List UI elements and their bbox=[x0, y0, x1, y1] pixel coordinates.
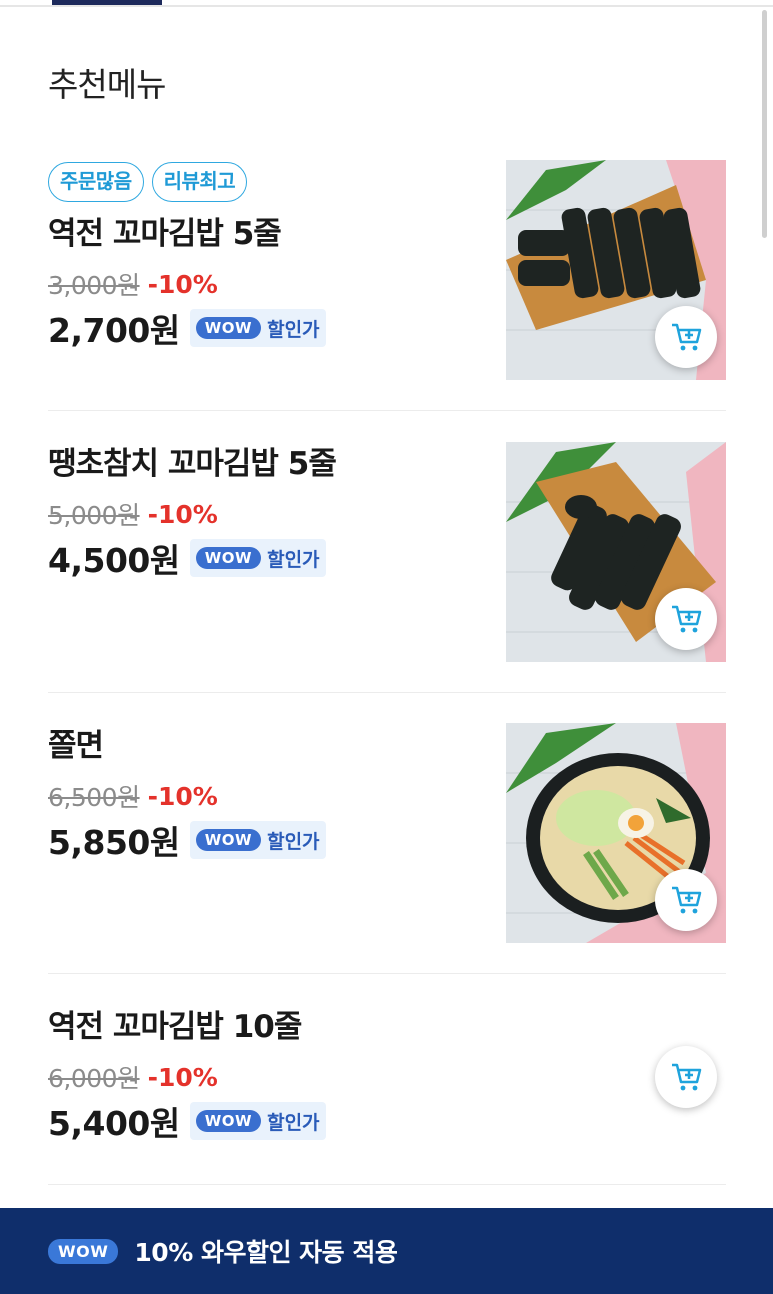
item-divider bbox=[48, 1184, 726, 1185]
final-price: 4,500원 bbox=[48, 541, 180, 580]
final-price-row: 5,400원 WOW 할인가 bbox=[48, 1099, 726, 1143]
cart-add-icon bbox=[672, 886, 702, 914]
wow-discount-chip: WOW 할인가 bbox=[189, 1102, 326, 1140]
wow-label: 할인가 bbox=[267, 318, 320, 341]
cart-add-icon bbox=[672, 323, 702, 351]
badge-best-review: 리뷰최고 bbox=[151, 162, 248, 202]
wow-badge: WOW bbox=[195, 829, 262, 851]
badge-popular: 주문많음 bbox=[48, 162, 144, 202]
scrollbar[interactable] bbox=[762, 10, 767, 238]
discount-rate: -10% bbox=[147, 269, 218, 299]
original-price: 6,500원 bbox=[48, 783, 140, 812]
menu-item[interactable]: 역전 꼬마김밥 10줄 6,000원 -10% 5,400원 WOW 할인가 bbox=[48, 1007, 726, 1143]
banner-percent: 10% bbox=[134, 1238, 193, 1267]
final-price: 5,850원 bbox=[48, 823, 180, 862]
wow-badge: WOW bbox=[48, 1238, 119, 1264]
add-to-cart-button[interactable] bbox=[655, 1046, 717, 1108]
discount-rate: -10% bbox=[147, 499, 218, 529]
item-divider bbox=[48, 692, 726, 693]
wow-label: 할인가 bbox=[267, 830, 320, 853]
item-divider bbox=[48, 410, 726, 411]
tab-divider bbox=[0, 5, 773, 7]
wow-label: 할인가 bbox=[267, 548, 320, 571]
menu-page: 추천메뉴 주문많음 리뷰최고 역전 꼬마김밥 5줄 3,000원 -10% 2,… bbox=[0, 0, 773, 1294]
discount-rate: -10% bbox=[147, 781, 218, 811]
wow-discount-chip: WOW 할인가 bbox=[189, 309, 326, 347]
add-to-cart-button[interactable] bbox=[655, 588, 717, 650]
item-divider bbox=[48, 973, 726, 974]
banner-text: 10% 와우할인 자동 적용 bbox=[134, 1233, 397, 1269]
final-price: 5,400원 bbox=[48, 1104, 180, 1143]
wow-discount-banner[interactable]: WOW 10% 와우할인 자동 적용 bbox=[0, 1208, 773, 1294]
discount-rate: -10% bbox=[147, 1062, 218, 1092]
wow-badge: WOW bbox=[195, 547, 262, 569]
wow-badge: WOW bbox=[195, 1110, 262, 1132]
item-name[interactable]: 역전 꼬마김밥 10줄 bbox=[48, 1007, 726, 1047]
cart-add-icon bbox=[672, 1063, 702, 1091]
original-price: 6,000원 bbox=[48, 1064, 140, 1093]
add-to-cart-button[interactable] bbox=[655, 869, 717, 931]
original-price: 5,000원 bbox=[48, 501, 140, 530]
banner-message: 와우할인 자동 적용 bbox=[200, 1238, 398, 1267]
add-to-cart-button[interactable] bbox=[655, 306, 717, 368]
section-title: 추천메뉴 bbox=[48, 65, 166, 104]
wow-label: 할인가 bbox=[267, 1111, 320, 1134]
wow-discount-chip: WOW 할인가 bbox=[189, 539, 326, 577]
wow-discount-chip: WOW 할인가 bbox=[189, 821, 326, 859]
final-price: 2,700원 bbox=[48, 311, 180, 350]
cart-add-icon bbox=[672, 605, 702, 633]
original-price: 3,000원 bbox=[48, 271, 140, 300]
wow-badge: WOW bbox=[195, 317, 262, 339]
price-row: 6,000원 -10% bbox=[48, 1061, 726, 1094]
